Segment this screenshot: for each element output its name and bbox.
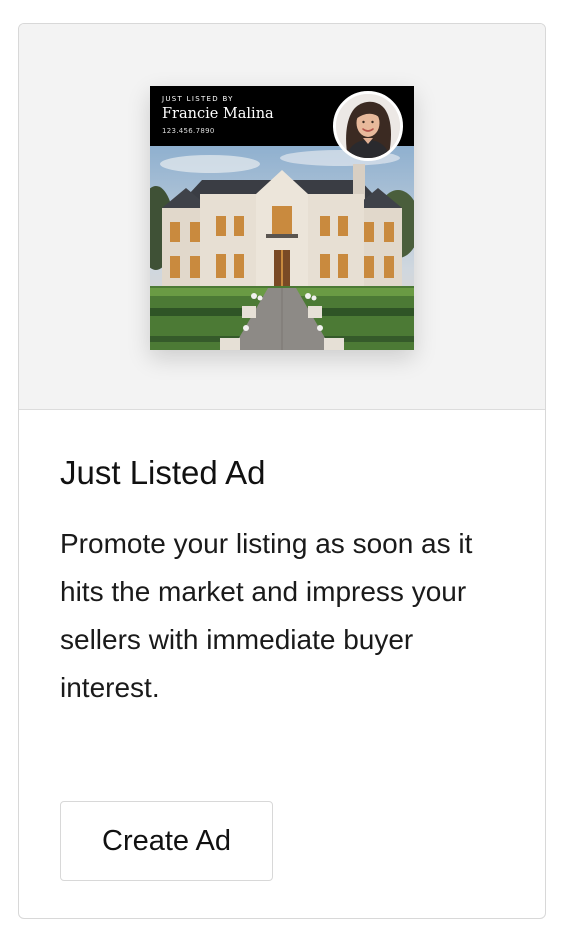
house-photo bbox=[150, 146, 414, 350]
card-title: Just Listed Ad bbox=[60, 454, 266, 491]
agent-portrait-icon bbox=[336, 94, 400, 158]
ad-preview-area: JUST LISTED BY Francie Malina 123.456.78… bbox=[19, 24, 545, 410]
create-ad-button[interactable]: Create Ad bbox=[60, 801, 273, 881]
ad-template-card: JUST LISTED BY Francie Malina 123.456.78… bbox=[18, 23, 546, 919]
ad-kicker-text: JUST LISTED BY bbox=[162, 95, 234, 103]
ad-agent-name: Francie Malina bbox=[162, 106, 274, 122]
ad-agent-phone: 123.456.7890 bbox=[162, 127, 215, 135]
house-photo-graphic bbox=[150, 146, 414, 350]
ad-preview-image: JUST LISTED BY Francie Malina 123.456.78… bbox=[150, 86, 414, 350]
card-description: Promote your listing as soon as it hits … bbox=[60, 528, 473, 703]
agent-avatar bbox=[333, 91, 403, 161]
